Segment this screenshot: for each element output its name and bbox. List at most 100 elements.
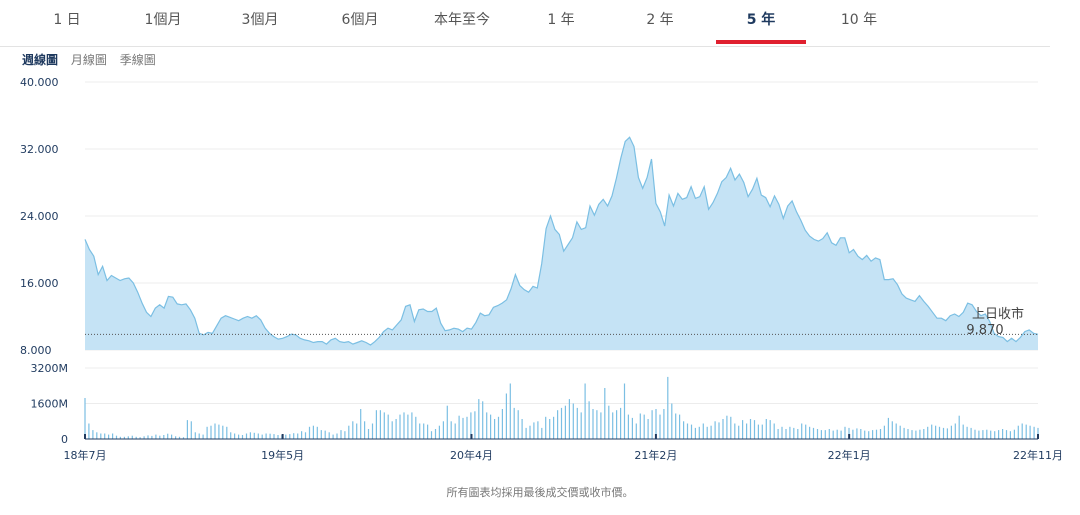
volume-bar bbox=[588, 401, 590, 439]
volume-bar bbox=[801, 423, 803, 439]
price-y-tick-label: 16.000 bbox=[20, 277, 59, 290]
volume-bar bbox=[907, 429, 909, 439]
volume-bar bbox=[490, 414, 492, 439]
volume-bar bbox=[679, 414, 681, 439]
volume-bar bbox=[194, 432, 196, 439]
volume-bar bbox=[96, 432, 98, 439]
volume-bar bbox=[387, 414, 389, 439]
volume-bar bbox=[289, 434, 291, 439]
volume-bar bbox=[746, 423, 748, 439]
volume-bar bbox=[100, 433, 102, 439]
volume-bar bbox=[726, 415, 728, 439]
volume-bar bbox=[706, 426, 708, 439]
volume-bar bbox=[474, 411, 476, 439]
volume-bar bbox=[612, 412, 614, 439]
volume-bar bbox=[785, 429, 787, 439]
volume-bar bbox=[659, 414, 661, 439]
volume-bar bbox=[167, 433, 169, 439]
volume-bar bbox=[210, 425, 212, 439]
volume-bar bbox=[828, 429, 830, 439]
volume-bar bbox=[777, 429, 779, 439]
volume-bar bbox=[982, 430, 984, 439]
volume-bar bbox=[675, 413, 677, 439]
volume-bar bbox=[360, 409, 362, 439]
volume-bar bbox=[458, 415, 460, 439]
volume-bar bbox=[553, 416, 555, 439]
volume-bars bbox=[84, 376, 1039, 440]
volume-bar bbox=[328, 432, 330, 439]
volume-bar bbox=[604, 388, 606, 439]
volume-bar bbox=[1033, 426, 1035, 439]
volume-bar bbox=[994, 431, 996, 439]
last-close-value: 9.870 bbox=[966, 323, 1003, 338]
volume-bar bbox=[497, 416, 500, 439]
volume-bar bbox=[434, 429, 437, 439]
volume-bar bbox=[710, 425, 712, 439]
volume-bar bbox=[946, 428, 948, 439]
volume-bar bbox=[730, 416, 732, 439]
volume-bar bbox=[273, 434, 275, 439]
volume-bar bbox=[525, 427, 527, 439]
volume-bar bbox=[557, 410, 559, 439]
volume-bar bbox=[753, 420, 756, 439]
x-tick-label: 18年7月 bbox=[64, 448, 107, 462]
volume-bar bbox=[616, 410, 618, 439]
volume-bar bbox=[241, 435, 244, 439]
volume-bar bbox=[462, 417, 464, 439]
volume-bar bbox=[919, 429, 921, 439]
volume-bar bbox=[832, 430, 834, 439]
volume-bar bbox=[714, 421, 716, 440]
x-tick-label: 22年11月 bbox=[1013, 448, 1063, 462]
volume-bar bbox=[970, 427, 972, 439]
volume-bar bbox=[222, 425, 224, 439]
volume-bar bbox=[104, 433, 106, 439]
volume-bar bbox=[521, 419, 523, 439]
volume-bar bbox=[765, 419, 767, 439]
volume-bar bbox=[596, 410, 598, 439]
volume-bar bbox=[423, 423, 425, 439]
volume-bar bbox=[269, 433, 271, 439]
volume-bar bbox=[340, 430, 342, 439]
x-tick-label: 21年2月 bbox=[634, 448, 677, 462]
volume-bar bbox=[911, 430, 913, 439]
volume-bar bbox=[163, 435, 165, 439]
x-axis: 18年7月 19年5月 20年4月 21年2月 22年1月 22年11月 bbox=[64, 434, 1063, 462]
volume-bar bbox=[942, 427, 945, 439]
volume-bar bbox=[253, 432, 255, 439]
volume-bar bbox=[773, 423, 775, 439]
volume-bar bbox=[466, 416, 468, 439]
volume-bar bbox=[545, 416, 547, 439]
volume-bar bbox=[190, 421, 192, 440]
volume-bar bbox=[304, 432, 307, 439]
volume-bar bbox=[245, 433, 248, 439]
volume-bar bbox=[364, 421, 366, 440]
volume-bar bbox=[805, 424, 807, 439]
y-axis-labels: 40.000 32.000 24.000 16.000 8.000 3200M 1600M 0 bbox=[20, 76, 68, 446]
volume-bar bbox=[383, 412, 385, 439]
volume-bar bbox=[198, 433, 200, 439]
volume-bar bbox=[427, 424, 429, 439]
volume-bar bbox=[1005, 430, 1008, 439]
volume-bar bbox=[769, 420, 771, 439]
volume-bar bbox=[931, 424, 933, 439]
volume-bar bbox=[265, 433, 267, 439]
volume-bar bbox=[572, 403, 574, 439]
volume-bar bbox=[108, 434, 110, 439]
volume-bar bbox=[840, 430, 842, 439]
volume-bar bbox=[990, 430, 992, 439]
volume-bar bbox=[883, 425, 885, 439]
volume-bar bbox=[651, 410, 653, 439]
volume-bar bbox=[501, 409, 503, 439]
volume-bar bbox=[836, 429, 838, 439]
volume-bar bbox=[371, 423, 374, 439]
volume-bar bbox=[844, 426, 846, 439]
volume-bar bbox=[218, 424, 220, 439]
volume-bar bbox=[580, 412, 582, 439]
volume-bar bbox=[974, 429, 976, 439]
volume-bar bbox=[308, 426, 311, 439]
volume-bar bbox=[816, 429, 819, 439]
volume-bar bbox=[872, 430, 874, 439]
volume-bar bbox=[356, 423, 358, 439]
volume-bar bbox=[576, 407, 578, 439]
volume-bar bbox=[541, 427, 543, 439]
